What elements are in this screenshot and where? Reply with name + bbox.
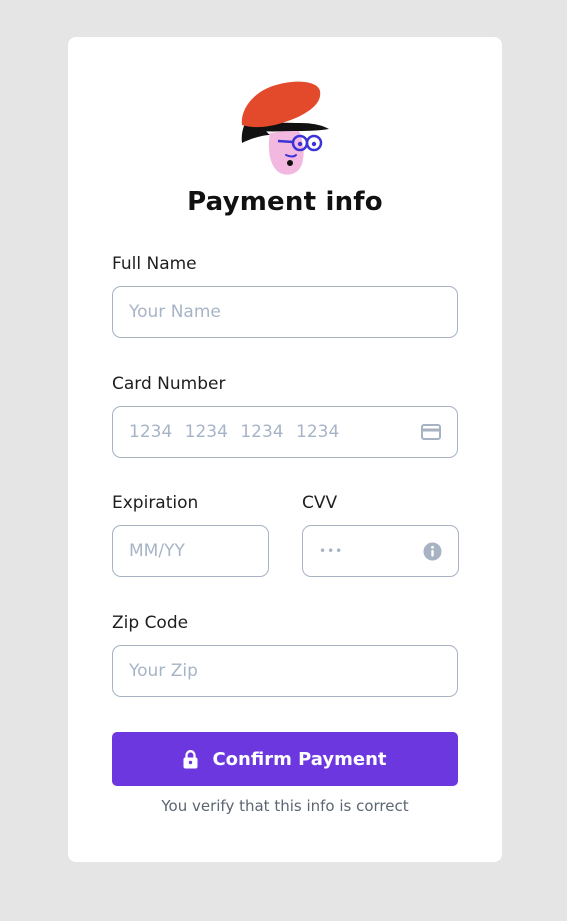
- verify-note: You verify that this info is correct: [161, 797, 409, 815]
- payment-card: Payment info Full Name Your Name Card Nu…: [68, 37, 502, 862]
- credit-card-icon: [421, 424, 441, 440]
- expiration-placeholder: MM/YY: [129, 541, 185, 561]
- full-name-placeholder: Your Name: [129, 302, 221, 322]
- zip-code-placeholder: Your Zip: [129, 661, 198, 681]
- expiration-label: Expiration: [112, 493, 199, 513]
- card-number-field[interactable]: 1234 1234 1234 1234: [112, 406, 458, 458]
- card-number-placeholder: 1234 1234 1234 1234: [129, 422, 340, 442]
- cvv-field[interactable]: •••: [302, 525, 459, 577]
- zip-code-label: Zip Code: [112, 613, 189, 633]
- page-title: Payment info: [187, 187, 383, 217]
- card-number-label: Card Number: [112, 374, 226, 394]
- confirm-payment-label: Confirm Payment: [212, 748, 387, 770]
- zip-code-field[interactable]: Your Zip: [112, 645, 458, 697]
- expiration-field[interactable]: MM/YY: [112, 525, 269, 577]
- illustrated-person-avatar-icon: [240, 79, 330, 177]
- full-name-label: Full Name: [112, 254, 197, 274]
- full-name-field[interactable]: Your Name: [112, 286, 458, 338]
- info-icon[interactable]: [423, 542, 442, 561]
- lock-icon: [183, 749, 198, 769]
- cvv-label: CVV: [302, 493, 338, 513]
- confirm-payment-button[interactable]: Confirm Payment: [112, 732, 458, 786]
- cvv-placeholder: •••: [319, 544, 344, 558]
